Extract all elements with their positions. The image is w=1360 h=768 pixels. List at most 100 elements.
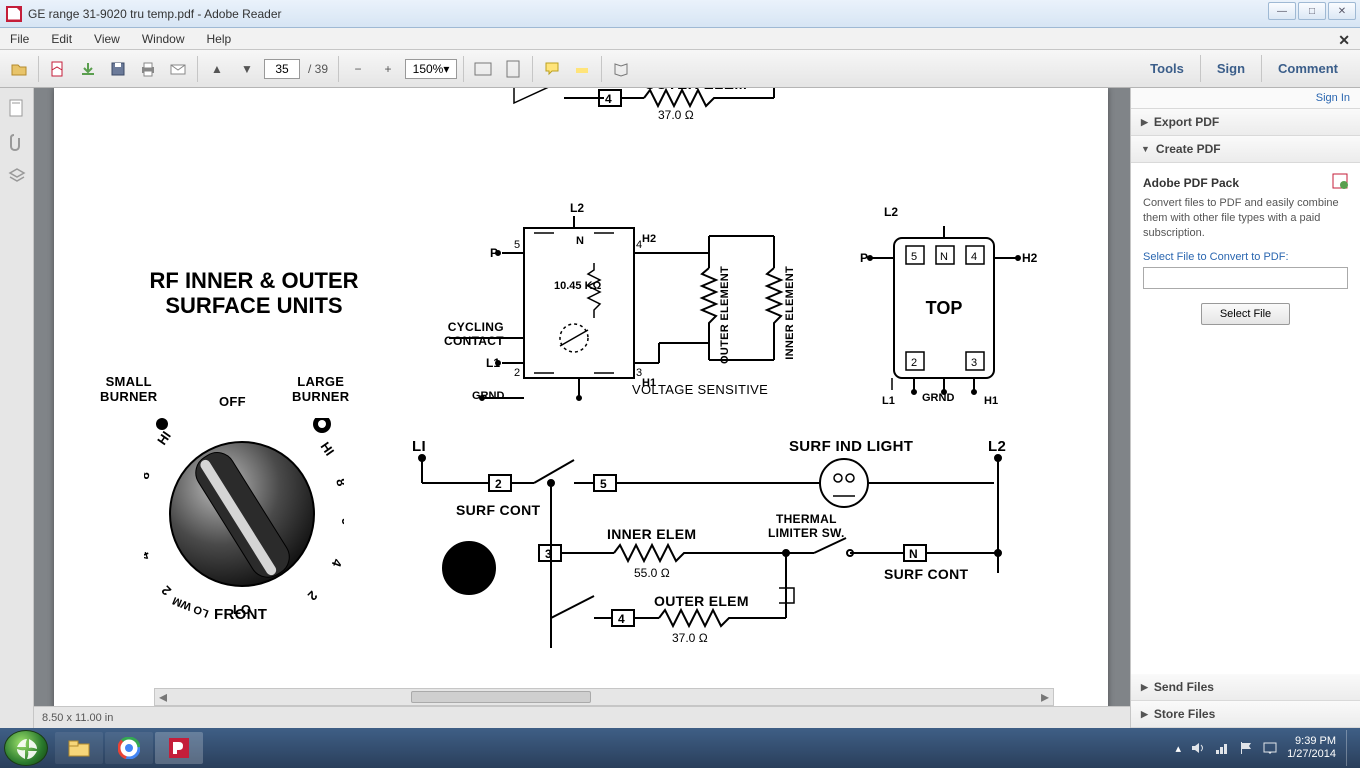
- zoom-in-icon[interactable]: +: [375, 56, 401, 82]
- toolbar: ▲ ▼ / 39 − + 150% ▾ Tools Sign Comment: [0, 50, 1360, 88]
- email-icon[interactable]: [165, 56, 191, 82]
- svg-text:L2: L2: [570, 201, 584, 215]
- taskbar-adobe-reader[interactable]: [155, 732, 203, 764]
- label-large-burner: LARGE BURNER: [292, 374, 349, 404]
- fit-page-icon[interactable]: [500, 56, 526, 82]
- menu-edit[interactable]: Edit: [47, 30, 76, 48]
- thumbnails-icon[interactable]: [7, 98, 27, 118]
- open-icon[interactable]: [6, 56, 32, 82]
- select-file-button[interactable]: Select File: [1201, 303, 1290, 325]
- svg-text:HI: HI: [154, 428, 174, 447]
- start-button[interactable]: [4, 730, 48, 766]
- highlight-icon[interactable]: [569, 56, 595, 82]
- label-10k: 10.45 KΩ: [554, 280, 601, 292]
- svg-text:4: 4: [144, 549, 153, 562]
- svg-text:L1: L1: [882, 395, 895, 407]
- svg-text:4: 4: [618, 612, 625, 626]
- label-surf-cont-left: SURF CONT: [456, 502, 540, 518]
- svg-text:2: 2: [158, 583, 174, 599]
- svg-text:H2: H2: [1022, 251, 1038, 265]
- navigation-rail: [0, 88, 34, 728]
- pdf-file-icon: [6, 6, 22, 22]
- tray-network-icon[interactable]: [1215, 741, 1229, 755]
- sign-panel-button[interactable]: Sign: [1200, 55, 1261, 82]
- taskbar-explorer[interactable]: [55, 732, 103, 764]
- pdf-pack-description: Convert files to PDF and easily combine …: [1143, 196, 1348, 241]
- layers-icon[interactable]: [7, 166, 27, 186]
- label-top: TOP: [909, 298, 979, 319]
- create-pdf-section[interactable]: ▼Create PDF: [1131, 136, 1360, 163]
- label-off: OFF: [219, 394, 246, 409]
- svg-text:N: N: [909, 547, 918, 561]
- scrollbar-thumb[interactable]: [411, 691, 591, 703]
- save-icon[interactable]: [105, 56, 131, 82]
- svg-text:N: N: [576, 235, 584, 247]
- page-up-icon[interactable]: ▲: [204, 56, 230, 82]
- window-minimize-button[interactable]: —: [1268, 2, 1296, 20]
- send-files-section[interactable]: ▶Send Files: [1131, 674, 1360, 701]
- svg-text:4: 4: [971, 251, 977, 263]
- svg-text:2: 2: [305, 588, 321, 604]
- export-pdf-icon[interactable]: [75, 56, 101, 82]
- label-inner-element-vert: INNER ELEMENT: [784, 266, 796, 360]
- svg-text:8: 8: [144, 470, 153, 481]
- sign-in-link[interactable]: Sign In: [1131, 88, 1360, 109]
- zoom-out-icon[interactable]: −: [345, 56, 371, 82]
- svg-text:3: 3: [971, 357, 977, 369]
- menu-view[interactable]: View: [90, 30, 124, 48]
- status-bar: 8.50 x 11.00 in: [34, 706, 1130, 728]
- menu-help[interactable]: Help: [203, 30, 236, 48]
- read-mode-icon[interactable]: [608, 56, 634, 82]
- windows-taskbar: ▴ 9:39 PM1/27/2014: [0, 728, 1360, 768]
- file-path-input[interactable]: [1143, 267, 1348, 289]
- window-maximize-button[interactable]: □: [1298, 2, 1326, 20]
- menu-window[interactable]: Window: [138, 30, 189, 48]
- window-titlebar: GE range 31-9020 tru temp.pdf - Adobe Re…: [0, 0, 1360, 28]
- horizontal-scrollbar[interactable]: ◂ ▸: [154, 688, 1054, 706]
- comment-annot-icon[interactable]: [539, 56, 565, 82]
- document-close-button[interactable]: ✕: [1334, 30, 1354, 51]
- print-icon[interactable]: [135, 56, 161, 82]
- svg-text:5: 5: [911, 251, 917, 263]
- label-inner-elem: INNER ELEM: [607, 526, 696, 542]
- page-down-icon[interactable]: ▼: [234, 56, 260, 82]
- side-panel: Sign In ▶Export PDF ▼Create PDF Adobe PD…: [1130, 88, 1360, 728]
- window-close-button[interactable]: ✕: [1328, 2, 1356, 20]
- select-file-label: Select File to Convert to PDF:: [1143, 251, 1348, 263]
- menu-file[interactable]: File: [6, 30, 33, 48]
- page-dimensions: 8.50 x 11.00 in: [42, 712, 113, 724]
- page-number-input[interactable]: [264, 59, 300, 79]
- comment-panel-button[interactable]: Comment: [1261, 55, 1354, 82]
- label-outer-elem-bot: OUTER ELEM: [654, 593, 749, 609]
- zoom-level[interactable]: 150% ▾: [405, 59, 457, 79]
- label-small-burner: SMALL BURNER: [100, 374, 157, 404]
- attachments-icon[interactable]: [7, 132, 27, 152]
- document-viewport[interactable]: 4 L2 N 5 P 4 H2: [34, 88, 1130, 728]
- adobe-pdf-pack-title: Adobe PDF Pack: [1143, 176, 1239, 190]
- fit-width-icon[interactable]: [470, 56, 496, 82]
- tray-clock[interactable]: 9:39 PM1/27/2014: [1287, 735, 1336, 760]
- show-desktop-button[interactable]: [1346, 730, 1354, 766]
- export-pdf-section[interactable]: ▶Export PDF: [1131, 109, 1360, 136]
- label-L2-right: L2: [988, 438, 1006, 455]
- svg-text:H2: H2: [642, 233, 656, 245]
- tray-show-hidden-icon[interactable]: ▴: [1176, 742, 1182, 755]
- svg-text:2: 2: [911, 357, 917, 369]
- system-tray: ▴ 9:39 PM1/27/2014: [1176, 728, 1354, 768]
- svg-text:2: 2: [514, 367, 520, 379]
- tray-flag-icon[interactable]: [1239, 741, 1253, 755]
- taskbar-chrome[interactable]: [105, 732, 153, 764]
- label-grnd-mid: GRND: [472, 390, 504, 402]
- main-area: 4 L2 N 5 P 4 H2: [0, 88, 1360, 728]
- tray-volume-icon[interactable]: [1191, 741, 1205, 755]
- svg-text:4: 4: [328, 557, 344, 570]
- tray-action-center-icon[interactable]: [1263, 741, 1277, 755]
- create-pdf-icon[interactable]: [45, 56, 71, 82]
- label-55ohm: 55.0 Ω: [634, 566, 670, 580]
- label-37ohm-top: 37.0 Ω: [658, 108, 694, 122]
- svg-text:5: 5: [514, 239, 520, 251]
- store-files-section[interactable]: ▶Store Files: [1131, 701, 1360, 728]
- tools-panel-button[interactable]: Tools: [1134, 55, 1200, 82]
- burner-knob: HI HI 8 8 6 9 4 4 2 2 LO WM LO: [144, 418, 344, 678]
- svg-text:P: P: [860, 251, 868, 265]
